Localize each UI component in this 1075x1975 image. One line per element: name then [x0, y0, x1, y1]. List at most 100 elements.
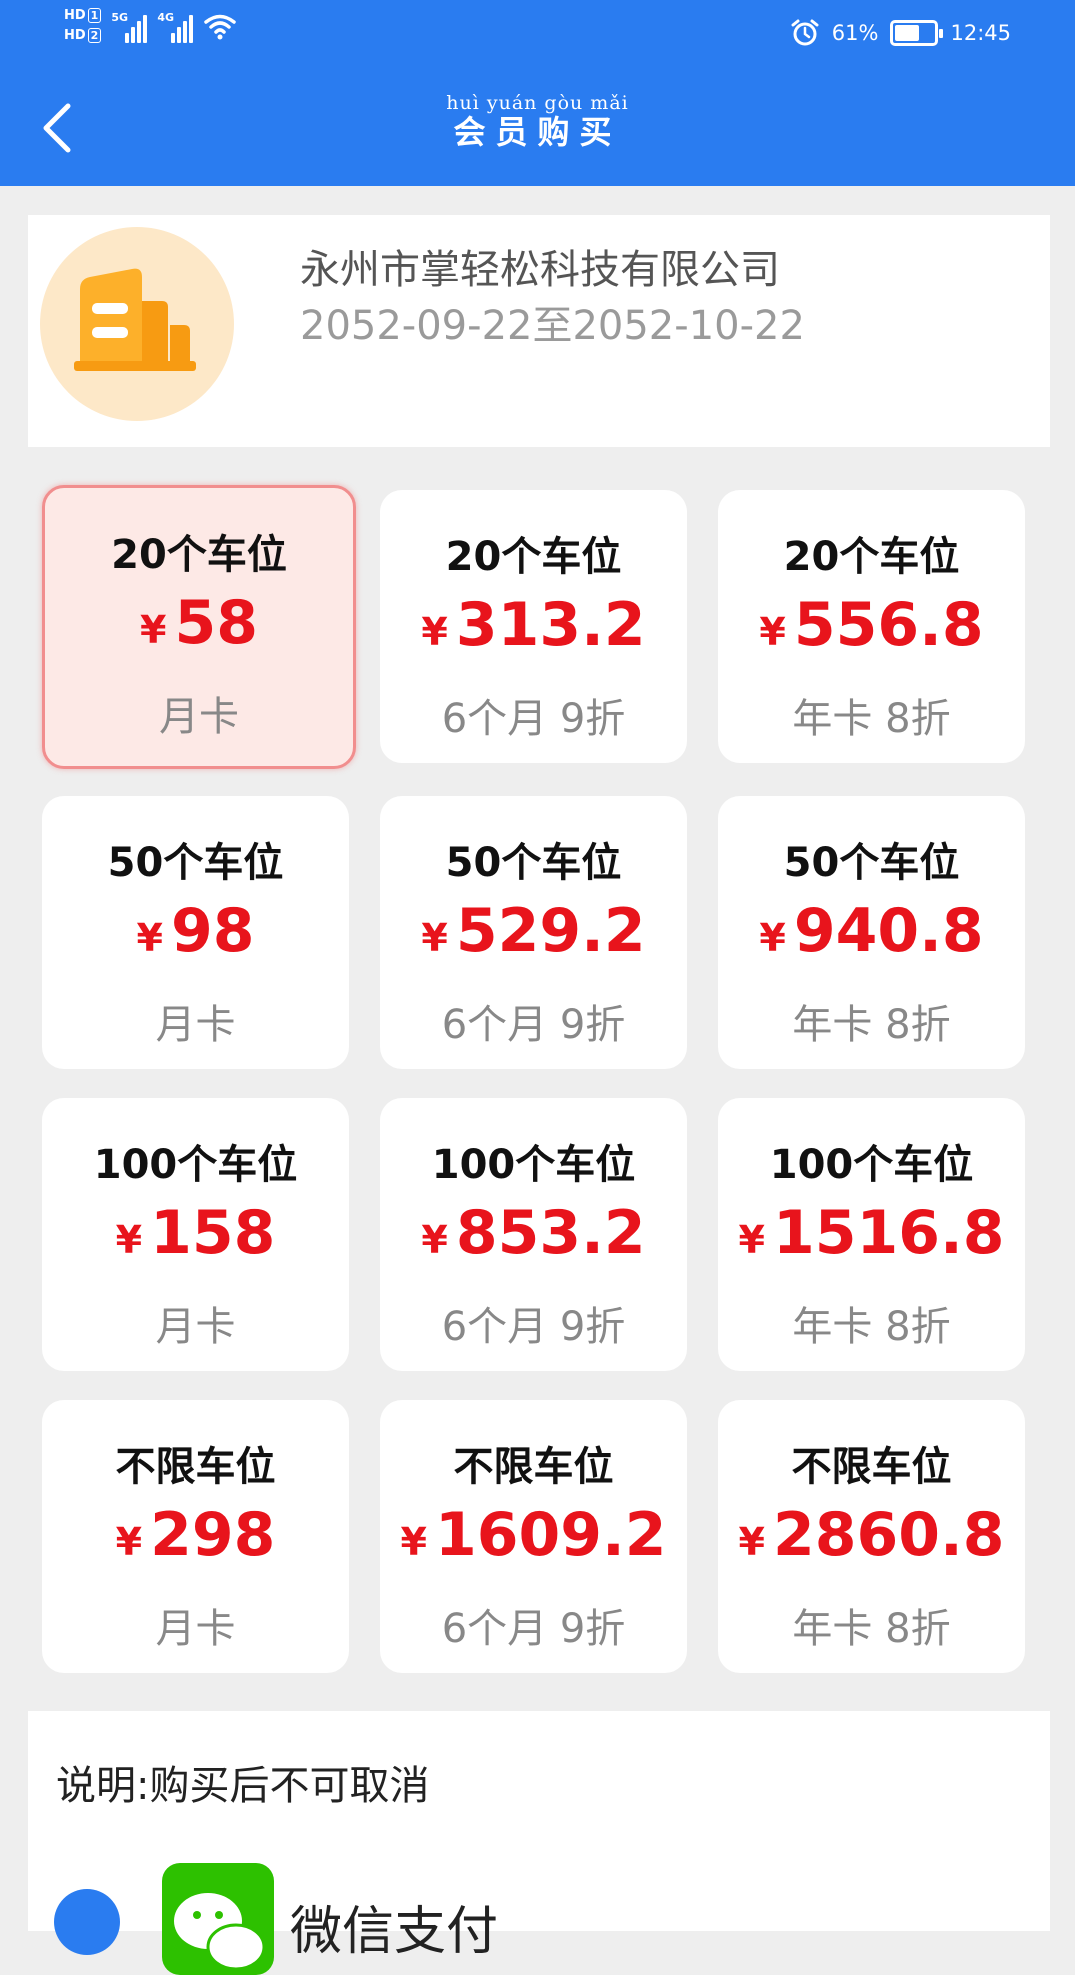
plan-description: 月卡 [155, 1606, 236, 1652]
plan-price-amount: 58 [174, 588, 258, 658]
plan-price: ¥1516.8 [718, 1198, 1025, 1268]
plan-slots: 20个车位 [445, 534, 622, 580]
plan-price: ¥529.2 [380, 896, 687, 966]
battery-fill [895, 25, 919, 41]
plan-slots: 50个车位 [107, 840, 284, 886]
wechat-pay-label[interactable]: 微信支付 [290, 1889, 498, 1964]
plan-card[interactable]: 100个车位 ¥158 月卡 [42, 1098, 349, 1371]
plan-price: ¥58 [45, 588, 353, 658]
status-left: HD 1 HD 2 5G 4G [64, 8, 237, 44]
plan-price: ¥853.2 [380, 1198, 687, 1268]
hd-indicators: HD 1 HD 2 [64, 8, 102, 44]
alarm-icon [791, 19, 819, 46]
notice-text: 说明:购买后不可取消 [56, 1763, 430, 1809]
plan-card[interactable]: 50个车位 ¥529.2 6个月 9折 [380, 796, 687, 1069]
plan-price: ¥940.8 [718, 896, 1025, 966]
plan-price-amount: 529.2 [455, 896, 646, 966]
app-header: HD 1 HD 2 5G 4G 61% 12:45 huì yuán gòu m… [0, 0, 1075, 186]
plan-slots: 50个车位 [445, 840, 622, 886]
plan-description: 年卡 8折 [792, 1002, 951, 1048]
plan-slots: 20个车位 [111, 532, 287, 578]
plan-slots: 不限车位 [791, 1444, 952, 1490]
plan-card[interactable]: 20个车位 ¥58 月卡 [42, 485, 356, 769]
plan-price-amount: 940.8 [793, 896, 984, 966]
plan-card[interactable]: 100个车位 ¥853.2 6个月 9折 [380, 1098, 687, 1371]
plan-description: 6个月 9折 [441, 1002, 626, 1048]
plan-card[interactable]: 不限车位 ¥298 月卡 [42, 1400, 349, 1673]
plan-description: 月卡 [155, 1002, 236, 1048]
plan-description: 6个月 9折 [441, 696, 626, 742]
nav-title-block: huì yuán gòu mǎi 会员购买 [0, 92, 1075, 150]
plan-price: ¥1609.2 [380, 1500, 687, 1570]
plan-card[interactable]: 50个车位 ¥98 月卡 [42, 796, 349, 1069]
membership-dates: 2052-09-22至2052-10-22 [300, 303, 805, 349]
status-right: 61% 12:45 [790, 18, 1011, 48]
battery-icon [890, 20, 944, 46]
plan-slots: 不限车位 [453, 1444, 614, 1490]
currency-symbol: ¥ [115, 1218, 143, 1262]
plan-description: 年卡 8折 [792, 1304, 951, 1350]
plan-description: 年卡 8折 [792, 696, 951, 742]
plan-slots: 20个车位 [783, 534, 960, 580]
plan-price-amount: 313.2 [455, 590, 646, 660]
hd2-indicator: HD 2 [64, 28, 102, 44]
plan-price: ¥2860.8 [718, 1500, 1025, 1570]
currency-symbol: ¥ [738, 1520, 765, 1564]
plan-card[interactable]: 50个车位 ¥940.8 年卡 8折 [718, 796, 1025, 1069]
signal-5g-icon: 5G [111, 9, 148, 43]
plan-card[interactable]: 不限车位 ¥1609.2 6个月 9折 [380, 1400, 687, 1673]
clock-time: 12:45 [950, 21, 1011, 45]
company-avatar [40, 227, 234, 421]
plan-card[interactable]: 20个车位 ¥556.8 年卡 8折 [718, 490, 1025, 763]
plan-card[interactable]: 20个车位 ¥313.2 6个月 9折 [380, 490, 687, 763]
plan-price-amount: 158 [150, 1198, 276, 1268]
plan-description: 月卡 [155, 1304, 236, 1350]
plan-card[interactable]: 不限车位 ¥2860.8 年卡 8折 [718, 1400, 1025, 1673]
currency-symbol: ¥ [421, 610, 448, 654]
currency-symbol: ¥ [115, 1520, 143, 1564]
plan-price: ¥158 [42, 1198, 349, 1268]
wifi-icon [204, 14, 237, 40]
company-name: 永州市掌轻松科技有限公司 [300, 247, 780, 293]
currency-symbol: ¥ [140, 608, 167, 652]
currency-symbol: ¥ [136, 916, 163, 960]
plan-price-amount: 1516.8 [772, 1198, 1005, 1268]
plan-slots: 100个车位 [93, 1142, 298, 1188]
wechat-pay-icon [162, 1863, 274, 1975]
plan-price-amount: 98 [170, 896, 255, 966]
currency-symbol: ¥ [400, 1520, 427, 1564]
building-icon [74, 268, 196, 371]
currency-symbol: ¥ [738, 1218, 765, 1262]
plan-slots: 50个车位 [783, 840, 960, 886]
plan-description: 年卡 8折 [792, 1606, 951, 1652]
plan-price-amount: 298 [150, 1500, 276, 1570]
currency-symbol: ¥ [421, 1218, 448, 1262]
company-card: 永州市掌轻松科技有限公司 2052-09-22至2052-10-22 [28, 215, 1050, 447]
plan-price: ¥313.2 [380, 590, 687, 660]
status-bar: HD 1 HD 2 5G 4G 61% 12:45 [0, 0, 1075, 70]
hd1-indicator: HD 1 [64, 8, 102, 24]
plan-price-amount: 2860.8 [772, 1500, 1005, 1570]
plan-slots: 不限车位 [115, 1444, 276, 1490]
plan-description: 月卡 [159, 694, 239, 740]
plan-slots: 100个车位 [431, 1142, 636, 1188]
plan-price: ¥556.8 [718, 590, 1025, 660]
plan-description: 6个月 9折 [441, 1606, 626, 1652]
payment-card: 说明:购买后不可取消 微信支付 [28, 1711, 1050, 1975]
currency-symbol: ¥ [759, 916, 786, 960]
currency-symbol: ¥ [759, 610, 786, 654]
battery-percent: 61% [831, 21, 879, 45]
plan-slots: 100个车位 [769, 1142, 974, 1188]
currency-symbol: ¥ [421, 916, 448, 960]
page-title: 会员购买 [453, 113, 622, 151]
plan-price: ¥98 [42, 896, 349, 966]
plan-price: ¥298 [42, 1500, 349, 1570]
title-pinyin: huì yuán gòu mǎi [446, 92, 629, 114]
plan-price-amount: 556.8 [793, 590, 984, 660]
signal-4g-icon: 4G [157, 9, 194, 43]
plan-card[interactable]: 100个车位 ¥1516.8 年卡 8折 [718, 1098, 1025, 1371]
plan-description: 6个月 9折 [441, 1304, 626, 1350]
plan-price-amount: 853.2 [455, 1198, 646, 1268]
payment-radio[interactable] [54, 1889, 120, 1955]
plan-price-amount: 1609.2 [434, 1500, 667, 1570]
